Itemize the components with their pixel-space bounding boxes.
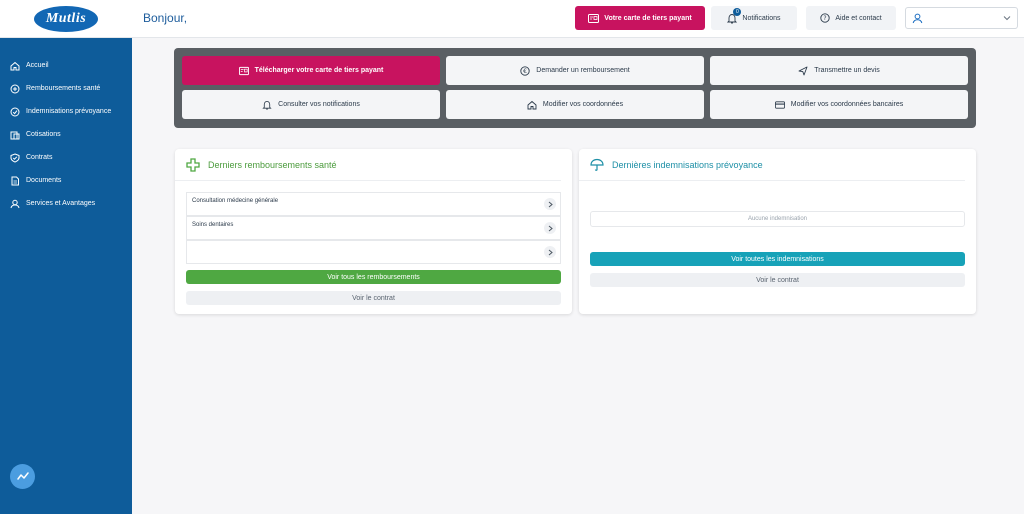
chat-wave-icon [16,471,29,480]
list-item-label: Consultation médecine générale [192,198,279,204]
tiers-payant-card-button[interactable]: Votre carte de tiers payant [575,6,705,30]
svg-text:€: € [523,68,527,75]
sidebar-item-label: Contrats [26,154,53,161]
bell-icon [262,100,272,109]
svg-text:?: ? [824,15,827,22]
sidebar-item-label: Cotisations [26,131,61,138]
home-icon [10,61,20,70]
assistant-button[interactable] [10,464,35,489]
card-icon [588,13,600,23]
list-item[interactable]: Soins dentaires [186,216,561,240]
view-all-indemnities-button[interactable]: Voir toutes les indemnisations [590,252,965,266]
sidebar-item-remboursements[interactable]: Remboursements santé [0,77,132,100]
user-account-select[interactable] [905,7,1018,29]
provident-indemnities-card: Dernières indemnisations prévoyance Aucu… [579,149,976,314]
edit-contact-details-button[interactable]: Modifier vos coordonnées [446,90,704,119]
page-greeting: Bonjour, [143,11,188,25]
send-quote-label: Transmettre un devis [814,67,880,74]
help-icon: ? [820,13,830,23]
document-icon [11,176,19,185]
chevron-right-icon [544,198,556,210]
edit-contact-details-label: Modifier vos coordonnées [542,101,624,108]
view-notifications-button[interactable]: Consulter vos notifications [182,90,440,119]
download-card-button[interactable]: Télécharger votre carte de tiers payant [182,56,440,85]
bell-wrapper: 0 [727,7,742,24]
chevron-down-icon [1003,16,1011,21]
send-quote-button[interactable]: Transmettre un devis [710,56,968,85]
help-contact-label: Aide et contact [835,14,882,22]
view-notifications-label: Consulter vos notifications [278,101,360,108]
logo-container: Mutlis [0,0,132,38]
notifications-label: Notifications [742,14,781,22]
sidebar-item-label: Services et Avantages [26,200,96,207]
sidebar-item-cotisations[interactable]: Cotisations [0,123,132,146]
card-icon [238,66,249,75]
health-card-title: Derniers remboursements santé [208,159,337,170]
provident-card-title: Dernières indemnisations prévoyance [612,159,763,170]
health-card-header: Derniers remboursements santé [175,149,561,181]
sidebar-item-documents[interactable]: Documents [0,169,132,192]
sidebar: Mutlis Accueil Remboursements santé Inde… [0,0,132,514]
shield-check-icon [10,152,20,163]
shield-plus-icon [10,107,20,116]
edit-bank-details-button[interactable]: Modifier vos coordonnées bancaires [710,90,968,119]
health-icon [10,84,20,93]
top-header: Bonjour, Votre carte de tiers payant 0 N… [132,0,1024,38]
quick-actions-panel: Télécharger votre carte de tiers payant … [174,48,976,128]
sidebar-item-label: Indemnisations prévoyance [26,108,112,115]
sidebar-item-label: Documents [26,177,62,184]
list-item[interactable] [186,240,561,264]
tiers-payant-card-label: Votre carte de tiers payant [604,14,692,22]
medical-cross-icon [186,157,200,172]
chevron-right-icon [544,246,556,258]
credit-card-icon [774,100,785,109]
health-reimbursements-card: Derniers remboursements santé Consultati… [175,149,572,314]
provident-card-header: Dernières indemnisations prévoyance [579,149,965,181]
list-item[interactable]: Consultation médecine générale [186,192,561,216]
euro-icon: € [520,65,530,76]
send-icon [798,66,808,75]
user-icon [912,13,923,23]
sidebar-item-label: Accueil [26,62,49,69]
umbrella-icon [590,158,604,171]
sidebar-item-indemnisations[interactable]: Indemnisations prévoyance [0,100,132,123]
empty-indemnities-message: Aucune indemnisation [590,211,965,227]
brand-logo[interactable]: Mutlis [34,5,98,32]
sidebar-nav: Accueil Remboursements santé Indemnisati… [0,38,132,215]
download-card-label: Télécharger votre carte de tiers payant [254,67,384,74]
list-item-label: Soins dentaires [192,222,234,228]
chevron-right-icon [544,222,556,234]
request-reimbursement-button[interactable]: € Demander un remboursement [446,56,704,85]
notifications-button[interactable]: 0 Notifications [711,6,797,30]
services-icon [10,199,20,208]
request-reimbursement-label: Demander un remboursement [536,67,630,74]
edit-bank-details-label: Modifier vos coordonnées bancaires [790,101,904,108]
sidebar-item-accueil[interactable]: Accueil [0,54,132,77]
view-health-contract-button[interactable]: Voir le contrat [186,291,561,305]
sidebar-item-label: Remboursements santé [26,85,101,92]
view-all-reimbursements-button[interactable]: Voir tous les remboursements [186,270,561,284]
notifications-count-badge: 0 [733,7,742,16]
wallet-icon [10,131,20,139]
help-contact-button[interactable]: ? Aide et contact [806,6,896,30]
sidebar-item-contrats[interactable]: Contrats [0,146,132,169]
view-provident-contract-button[interactable]: Voir le contrat [590,273,965,287]
sidebar-item-services[interactable]: Services et Avantages [0,192,132,215]
house-icon [527,100,537,109]
